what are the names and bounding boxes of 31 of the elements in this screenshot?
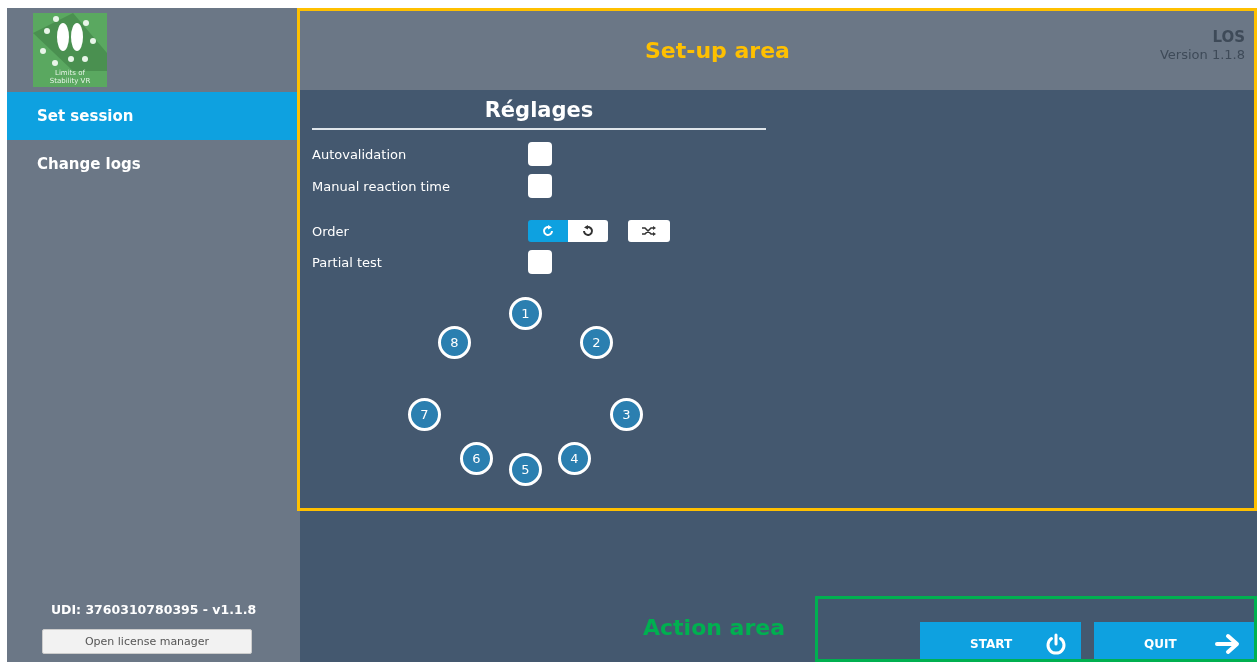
- counterclockwise-icon: [581, 224, 595, 238]
- target-marker[interactable]: 8: [438, 326, 471, 359]
- annotation-label: Set-up area: [645, 38, 790, 63]
- power-icon: [1045, 633, 1067, 655]
- settings-title: Réglages: [312, 98, 766, 130]
- checkbox[interactable]: [528, 250, 552, 274]
- target-marker[interactable]: 6: [460, 442, 493, 475]
- action-button[interactable]: QUIT: [1094, 622, 1255, 662]
- target-marker[interactable]: 7: [408, 398, 441, 431]
- arrow-right-icon: [1215, 633, 1241, 655]
- order-direction-button[interactable]: [568, 220, 608, 242]
- setting-label: Order: [312, 223, 350, 239]
- target-marker[interactable]: 3: [610, 398, 643, 431]
- shuffle-icon: [641, 225, 657, 237]
- shuffle-button[interactable]: [628, 220, 670, 242]
- setting-label: Partial test: [312, 254, 383, 270]
- target-marker[interactable]: 1: [509, 297, 542, 330]
- action-button[interactable]: START: [920, 622, 1081, 662]
- sidebar-item[interactable]: Change logs: [7, 140, 300, 188]
- annotation-label: Action area: [643, 615, 786, 640]
- checkbox[interactable]: [528, 142, 552, 166]
- setting-label: Autovalidation: [312, 146, 408, 162]
- setting-label: Manual reaction time: [312, 178, 451, 194]
- target-marker[interactable]: 5: [509, 453, 542, 486]
- checkbox[interactable]: [528, 174, 552, 198]
- clockwise-icon: [541, 224, 555, 238]
- sidebar-item[interactable]: Set session: [7, 92, 300, 140]
- target-marker[interactable]: 2: [580, 326, 613, 359]
- license-manager-button[interactable]: Open license manager: [42, 629, 252, 654]
- target-marker[interactable]: 4: [558, 442, 591, 475]
- udi-text: UDI: 3760310780395 - v1.1.8: [49, 602, 258, 617]
